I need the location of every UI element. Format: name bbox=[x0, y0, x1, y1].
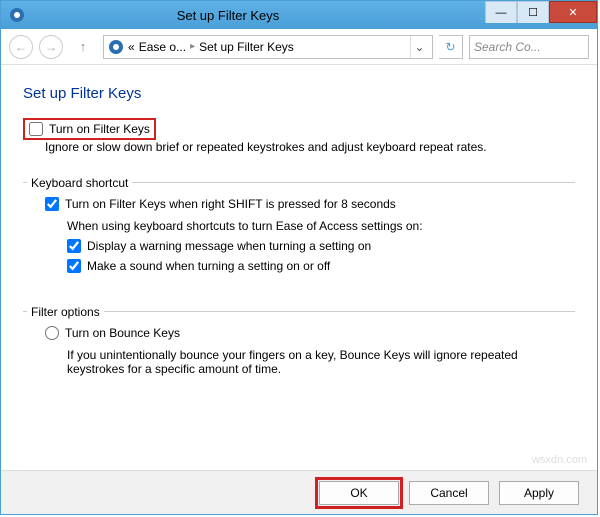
turn-on-filter-keys-checkbox[interactable] bbox=[29, 122, 43, 136]
maximize-button[interactable]: ☐ bbox=[517, 1, 549, 23]
breadcrumb-item-filterkeys[interactable]: Set up Filter Keys bbox=[199, 40, 294, 54]
window-buttons: — ☐ ✕ bbox=[485, 1, 597, 29]
nav-bar: ← → ↑ « Ease o... ▸ Set up Filter Keys ⌄… bbox=[1, 29, 597, 65]
breadcrumb-item-ease[interactable]: Ease o... bbox=[139, 40, 186, 54]
button-bar: OK Cancel Apply bbox=[1, 470, 597, 514]
cancel-button[interactable]: Cancel bbox=[409, 481, 489, 505]
display-warning-label: Display a warning message when turning a… bbox=[87, 239, 371, 253]
bounce-keys-radio[interactable] bbox=[45, 326, 59, 340]
apply-button[interactable]: Apply bbox=[499, 481, 579, 505]
app-icon bbox=[9, 7, 25, 23]
back-button[interactable]: ← bbox=[9, 35, 33, 59]
content-area: Set up Filter Keys Turn on Filter Keys I… bbox=[1, 65, 597, 470]
refresh-icon: ↻ bbox=[445, 40, 455, 54]
bounce-keys-description: If you unintentionally bounce your finge… bbox=[67, 348, 565, 376]
up-button[interactable]: ↑ bbox=[73, 37, 93, 57]
minimize-button[interactable]: — bbox=[485, 1, 517, 23]
make-sound-label: Make a sound when turning a setting on o… bbox=[87, 259, 330, 273]
search-placeholder: Search Co... bbox=[474, 40, 541, 54]
filter-options-group: Filter options Turn on Bounce Keys If yo… bbox=[23, 297, 575, 384]
highlight-turn-on: Turn on Filter Keys bbox=[23, 118, 156, 140]
turn-on-filter-keys-label: Turn on Filter Keys bbox=[49, 122, 150, 136]
filter-options-legend: Filter options bbox=[27, 305, 104, 319]
make-sound-checkbox[interactable] bbox=[67, 259, 81, 273]
refresh-button[interactable]: ↻ bbox=[439, 35, 463, 59]
forward-button[interactable]: → bbox=[39, 35, 63, 59]
window-title: Set up Filter Keys bbox=[31, 8, 485, 23]
bounce-keys-label: Turn on Bounce Keys bbox=[65, 326, 180, 340]
close-button[interactable]: ✕ bbox=[549, 1, 597, 23]
ok-button[interactable]: OK bbox=[319, 481, 399, 505]
arrow-up-icon: ↑ bbox=[80, 39, 87, 54]
shortcut-sub-intro: When using keyboard shortcuts to turn Ea… bbox=[67, 219, 565, 233]
arrow-right-icon: → bbox=[45, 40, 57, 54]
chevron-right-icon: ▸ bbox=[190, 41, 195, 52]
turn-on-description: Ignore or slow down brief or repeated ke… bbox=[45, 140, 575, 154]
chevron-down-icon: ⌄ bbox=[414, 40, 424, 54]
breadcrumb-prefix: « bbox=[128, 40, 135, 54]
keyboard-shortcut-group: Keyboard shortcut Turn on Filter Keys wh… bbox=[23, 168, 575, 285]
watermark: wsxdn.com bbox=[532, 454, 587, 466]
ease-of-access-icon bbox=[108, 39, 124, 55]
address-bar[interactable]: « Ease o... ▸ Set up Filter Keys ⌄ bbox=[103, 35, 433, 59]
window-frame: Set up Filter Keys — ☐ ✕ ← → ↑ « Ease o.… bbox=[0, 0, 598, 515]
address-dropdown[interactable]: ⌄ bbox=[410, 36, 428, 58]
display-warning-checkbox[interactable] bbox=[67, 239, 81, 253]
page-title: Set up Filter Keys bbox=[23, 85, 575, 102]
search-input[interactable]: Search Co... bbox=[469, 35, 589, 59]
right-shift-label: Turn on Filter Keys when right SHIFT is … bbox=[65, 197, 396, 211]
arrow-left-icon: ← bbox=[15, 40, 27, 54]
right-shift-checkbox[interactable] bbox=[45, 197, 59, 211]
title-bar: Set up Filter Keys — ☐ ✕ bbox=[1, 1, 597, 29]
keyboard-shortcut-legend: Keyboard shortcut bbox=[27, 176, 132, 190]
